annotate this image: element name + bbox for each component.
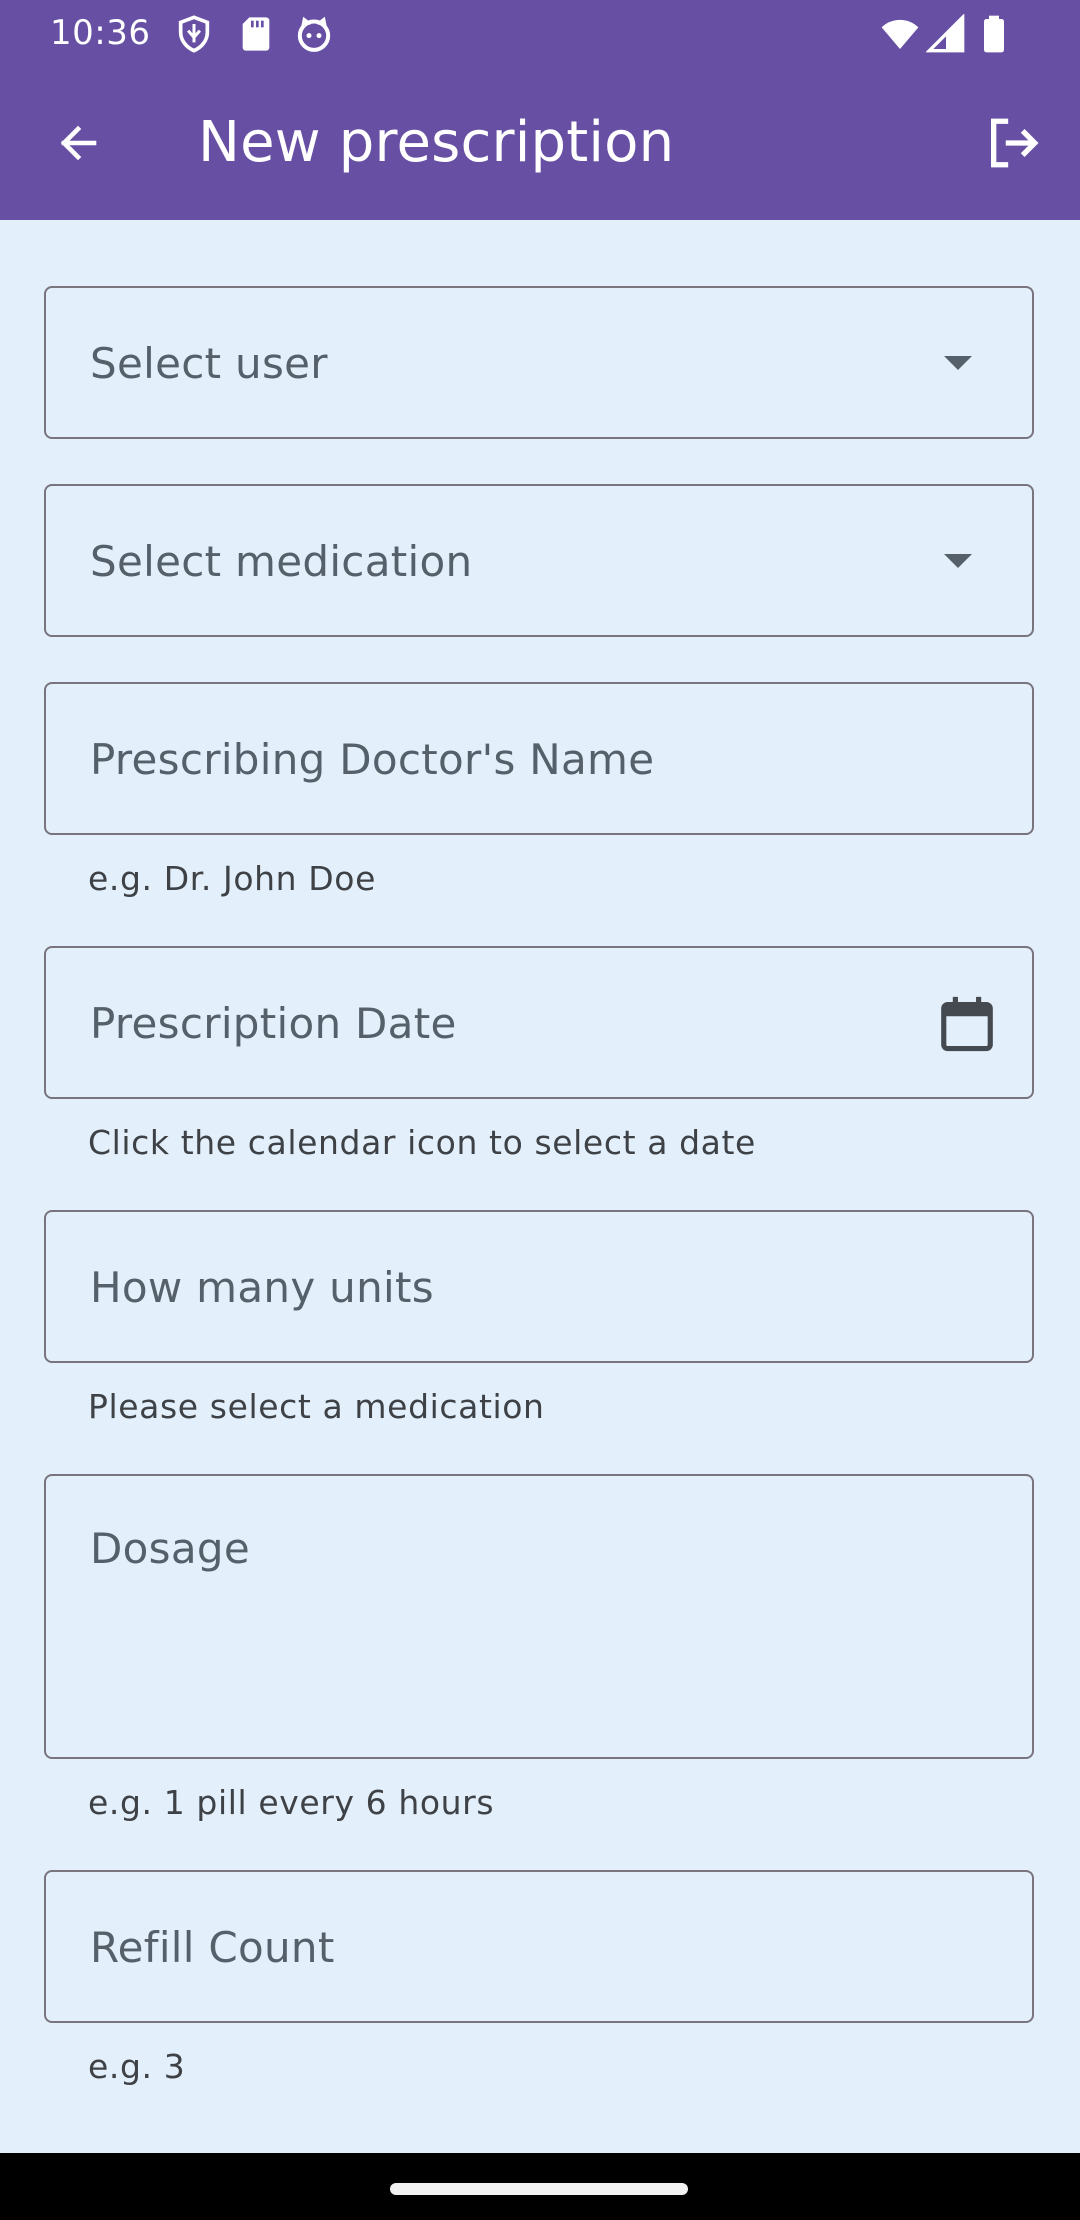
doctor-name-field[interactable]: Prescribing Doctor's Name: [44, 682, 1034, 835]
battery-icon: [984, 15, 1004, 53]
back-button[interactable]: [32, 97, 124, 189]
page-title: New prescription: [198, 110, 675, 175]
cat-face-icon: [297, 16, 331, 52]
calendar-icon[interactable]: [936, 992, 998, 1056]
status-bar: 10:36: [0, 0, 1080, 66]
select-user-placeholder: Select user: [90, 338, 328, 388]
select-medication-dropdown[interactable]: Select medication: [44, 484, 1034, 637]
refill-count-field[interactable]: Refill Count: [44, 1870, 1034, 2023]
app-bar: New prescription: [0, 66, 1080, 220]
dosage-helper: e.g. 1 pill every 6 hours: [88, 1783, 495, 1822]
sd-card-icon: [242, 17, 270, 51]
select-user-dropdown[interactable]: Select user: [44, 286, 1034, 439]
wifi-icon: [881, 19, 919, 49]
arrow-back-icon: [60, 125, 97, 161]
status-time: 10:36: [50, 13, 151, 53]
shield-icon: [178, 15, 210, 53]
prescription-date-placeholder: Prescription Date: [90, 998, 457, 1048]
dropdown-arrow-icon: [944, 554, 972, 568]
home-handle[interactable]: [390, 2183, 688, 2195]
units-field[interactable]: How many units: [44, 1210, 1034, 1363]
dosage-field[interactable]: Dosage: [44, 1474, 1034, 1759]
prescription-date-helper: Click the calendar icon to select a date: [88, 1123, 756, 1162]
dropdown-arrow-icon: [944, 356, 972, 370]
doctor-name-helper: e.g. Dr. John Doe: [88, 859, 376, 898]
refill-count-helper: e.g. 3: [88, 2047, 186, 2086]
units-helper: Please select a medication: [88, 1387, 545, 1426]
dosage-placeholder: Dosage: [90, 1524, 250, 1573]
units-placeholder: How many units: [90, 1262, 434, 1312]
logout-button[interactable]: [967, 97, 1059, 189]
logout-icon: [991, 118, 1039, 168]
doctor-name-placeholder: Prescribing Doctor's Name: [90, 734, 655, 784]
signal-icon: [926, 14, 965, 53]
navigation-bar: [0, 2153, 1080, 2220]
select-medication-placeholder: Select medication: [90, 536, 473, 586]
prescription-date-field[interactable]: Prescription Date: [44, 946, 1034, 1099]
refill-count-placeholder: Refill Count: [90, 1922, 335, 1972]
